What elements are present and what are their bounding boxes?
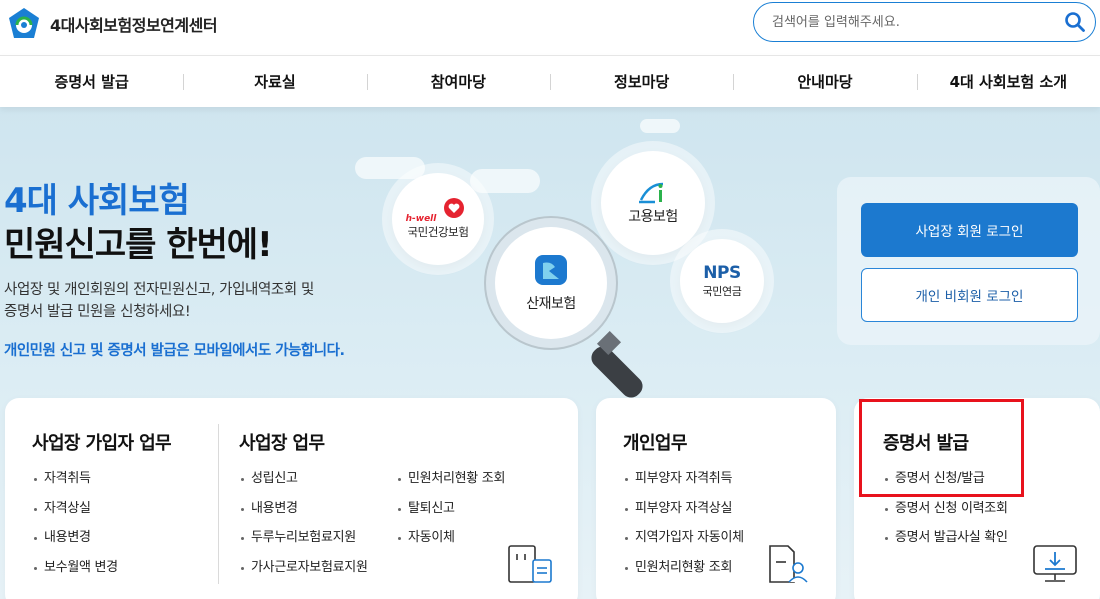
industrial-insurance-label: 산재보험 <box>526 296 576 312</box>
personal-tasks-title: 개인업무 <box>623 433 687 454</box>
list-item[interactable]: 피부양자 자격상실 <box>623 501 744 531</box>
certificate-card: 증명서 발급 증명서 신청/발급 증명서 신청 이력조회 증명서 발급사실 확인 <box>854 398 1100 599</box>
nav-item-certificate[interactable]: 증명서 발급 <box>0 56 183 107</box>
nav-item-library[interactable]: 자료실 <box>183 56 366 107</box>
list-item[interactable]: 성립신고 <box>239 471 368 501</box>
hero-description-line: 사업장 및 개인회원의 전자민원신고, 가입내역조회 및 <box>4 282 314 298</box>
business-tasks-card: 사업장 가입자 업무 자격취득 자격상실 내용변경 보수월액 변경 사업장 업무… <box>5 398 578 599</box>
nav-item-information[interactable]: 정보마당 <box>549 56 733 107</box>
list-item[interactable]: 내용변경 <box>239 501 368 531</box>
list-item[interactable]: 가사근로자보험료지원 <box>239 560 368 590</box>
hero-title-primary: 4대 사회보험 <box>4 181 190 221</box>
nav-item-participation[interactable]: 참여마당 <box>366 56 550 107</box>
list-item[interactable]: 내용변경 <box>32 530 118 560</box>
cloud-decoration <box>470 169 540 193</box>
personal-tasks-list: 피부양자 자격취득 피부양자 자격상실 지역가입자 자동이체 민원처리현황 조회 <box>623 471 744 589</box>
industrial-insurance-badge: 산재보험 <box>495 227 607 339</box>
list-item[interactable]: 탈퇴신고 <box>396 501 505 531</box>
certificate-title: 증명서 발급 <box>883 433 969 454</box>
business-tasks-title: 사업장 업무 <box>239 433 325 454</box>
hero-title-secondary: 민원신고를 한번에! <box>4 225 273 265</box>
health-insurance-label: 국민건강보험 <box>407 225 469 239</box>
monitor-download-icon <box>1033 545 1077 582</box>
subscriber-tasks-title: 사업장 가입자 업무 <box>32 433 172 454</box>
site-logo[interactable]: 4대사회보험정보연계센터 <box>6 6 218 42</box>
search-input[interactable] <box>772 12 1052 32</box>
site-header: 4대사회보험정보연계센터 <box>0 0 1100 54</box>
logo-text: 4대사회보험정보연계센터 <box>50 16 218 35</box>
list-item[interactable]: 증명서 발급사실 확인 <box>883 530 1008 560</box>
list-item[interactable]: 자격취득 <box>32 471 118 501</box>
nav-item-about[interactable]: 4대 사회보험 소개 <box>916 56 1100 107</box>
business-tasks-list-2: 민원처리현황 조회 탈퇴신고 자동이체 <box>396 471 505 560</box>
logo-icon <box>9 8 39 38</box>
hero-description: 사업장 및 개인회원의 전자민원신고, 가입내역조회 및 증명서 발급 민원을 … <box>4 279 314 323</box>
health-brand-text: h-well <box>405 214 437 224</box>
building-document-icon <box>508 545 552 583</box>
certificate-list: 증명서 신청/발급 증명서 신청 이력조회 증명서 발급사실 확인 <box>883 471 1008 560</box>
list-item[interactable]: 민원처리현황 조회 <box>623 560 744 590</box>
list-item[interactable]: 피부양자 자격취득 <box>623 471 744 501</box>
hero-mobile-note: 개인민원 신고 및 증명서 발급은 모바일에서도 가능합니다. <box>4 343 345 359</box>
search-box <box>753 2 1096 42</box>
cloud-decoration <box>640 119 680 133</box>
pension-label: 국민연금 <box>702 285 742 298</box>
list-item[interactable]: 증명서 신청/발급 <box>883 471 1008 501</box>
health-insurance-badge: h-well 국민건강보험 <box>392 173 484 265</box>
employment-logo-icon <box>639 182 664 204</box>
pension-badge: NPS 국민연금 <box>680 239 764 323</box>
pension-brand-text: NPS <box>703 263 741 283</box>
person-document-icon <box>769 545 808 583</box>
personal-tasks-card: 개인업무 피부양자 자격취득 피부양자 자격상실 지역가입자 자동이체 민원처리… <box>596 398 836 599</box>
business-tasks-list-1: 성립신고 내용변경 두루누리보험료지원 가사근로자보험료지원 <box>239 471 368 589</box>
list-item[interactable]: 보수월액 변경 <box>32 560 118 590</box>
business-login-button[interactable]: 사업장 회원 로그인 <box>861 203 1078 257</box>
list-item[interactable]: 두루누리보험료지원 <box>239 530 368 560</box>
nav-item-guide[interactable]: 안내마당 <box>733 56 916 107</box>
industrial-logo-icon <box>535 255 567 285</box>
list-item[interactable]: 민원처리현황 조회 <box>396 471 505 501</box>
list-item[interactable]: 자격상실 <box>32 501 118 531</box>
hero-description-line: 증명서 발급 민원을 신청하세요! <box>4 304 191 320</box>
list-item[interactable]: 증명서 신청 이력조회 <box>883 501 1008 531</box>
cloud-decoration <box>355 157 425 179</box>
heart-icon <box>444 198 464 218</box>
card-divider <box>218 424 219 584</box>
subscriber-tasks-list: 자격취득 자격상실 내용변경 보수월액 변경 <box>32 471 118 589</box>
list-item[interactable]: 지역가입자 자동이체 <box>623 530 744 560</box>
personal-login-button[interactable]: 개인 비회원 로그인 <box>861 268 1078 322</box>
search-icon[interactable] <box>1063 10 1087 34</box>
main-nav: 증명서 발급 자료실 참여마당 정보마당 안내마당 4대 사회보험 소개 <box>0 55 1100 107</box>
list-item[interactable]: 자동이체 <box>396 530 505 560</box>
